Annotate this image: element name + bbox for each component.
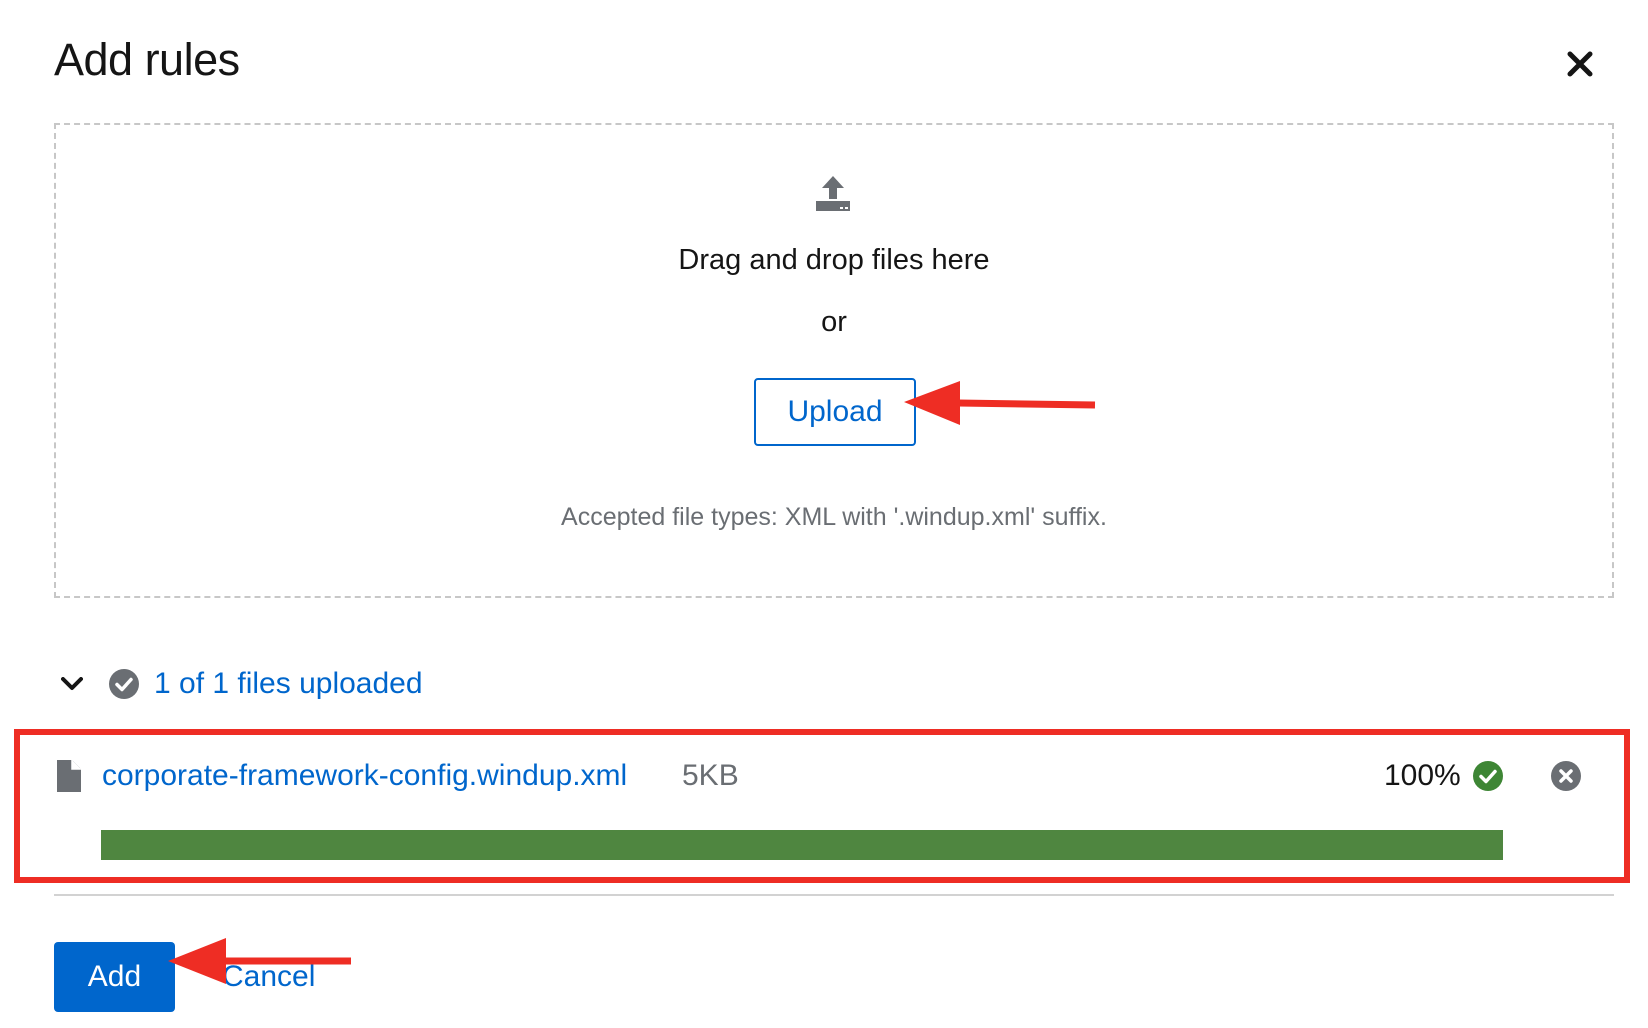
file-icon xyxy=(57,760,81,792)
remove-file-icon[interactable] xyxy=(1550,760,1582,792)
annotation-arrow-add xyxy=(168,938,351,984)
upload-status: 1 of 1 files uploaded xyxy=(58,662,423,706)
annotation-arrow-upload xyxy=(904,381,1096,425)
close-icon xyxy=(1567,51,1593,77)
progress-percent: 100% xyxy=(1384,759,1461,792)
success-check-icon xyxy=(1473,761,1503,791)
upload-button[interactable]: Upload xyxy=(754,378,916,446)
chevron-down-icon[interactable] xyxy=(58,670,86,698)
drag-drop-text: Drag and drop files here xyxy=(678,244,990,276)
close-button[interactable] xyxy=(1560,44,1600,84)
add-button[interactable]: Add xyxy=(54,942,175,1012)
or-text: or xyxy=(821,306,847,338)
file-size: 5KB xyxy=(682,759,739,792)
upload-status-text[interactable]: 1 of 1 files uploaded xyxy=(154,667,423,701)
upload-progress-bar xyxy=(101,830,1503,860)
check-circle-icon xyxy=(109,669,139,699)
file-name-link[interactable]: corporate-framework-config.windup.xml xyxy=(102,756,627,796)
upload-progress-fill xyxy=(101,830,1503,860)
accepted-file-types-text: Accepted file types: XML with '.windup.x… xyxy=(561,503,1107,531)
footer-divider xyxy=(54,894,1614,896)
modal-title: Add rules xyxy=(54,34,240,85)
upload-icon xyxy=(816,176,850,211)
